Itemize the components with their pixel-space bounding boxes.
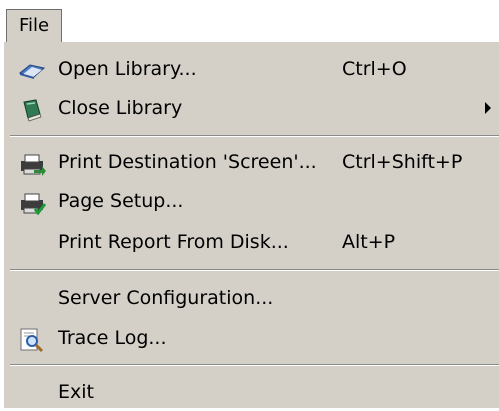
menu-item-open-library[interactable]: Open Library... Ctrl+O xyxy=(4,50,499,88)
file-menu-label: File xyxy=(18,15,50,36)
open-library-label: Open Library... xyxy=(58,58,197,80)
print-report-label: Print Report From Disk... xyxy=(58,231,289,253)
menu-item-print-destination[interactable]: Print Destination 'Screen'... Ctrl+Shift… xyxy=(4,143,499,181)
file-dropdown-menu: Open Library... Ctrl+O Close Library Pri… xyxy=(0,42,499,408)
menu-item-trace-log[interactable]: Trace Log... xyxy=(4,319,499,357)
exit-label: Exit xyxy=(58,381,94,403)
open-book-icon xyxy=(18,58,46,82)
menu-item-exit[interactable]: Exit xyxy=(4,373,499,411)
menu-item-close-library[interactable]: Close Library xyxy=(4,89,499,127)
menu-item-server-configuration[interactable]: Server Configuration... xyxy=(4,279,499,317)
server-configuration-label: Server Configuration... xyxy=(58,287,274,309)
print-destination-label: Print Destination 'Screen'... xyxy=(58,151,317,173)
page-setup-label: Page Setup... xyxy=(58,190,184,212)
magnifier-document-icon xyxy=(18,327,46,353)
printer-arrow-icon xyxy=(18,151,46,176)
close-library-label: Close Library xyxy=(58,97,183,119)
trace-log-label: Trace Log... xyxy=(58,327,167,349)
printer-check-icon xyxy=(18,190,47,216)
menu-bar: File xyxy=(0,0,499,44)
menu-item-page-setup[interactable]: Page Setup... xyxy=(4,182,499,220)
menu-separator xyxy=(10,135,499,137)
menu-item-print-report-from-disk[interactable]: Print Report From Disk... Alt+P xyxy=(4,223,499,261)
menu-separator xyxy=(10,364,499,366)
open-library-shortcut: Ctrl+O xyxy=(342,58,407,80)
print-report-shortcut: Alt+P xyxy=(342,231,396,253)
chevron-right-icon xyxy=(485,102,491,114)
print-destination-shortcut: Ctrl+Shift+P xyxy=(342,151,463,173)
file-menu-tab[interactable]: File xyxy=(6,9,62,42)
menu-separator xyxy=(10,269,499,271)
closed-book-icon xyxy=(18,97,46,122)
